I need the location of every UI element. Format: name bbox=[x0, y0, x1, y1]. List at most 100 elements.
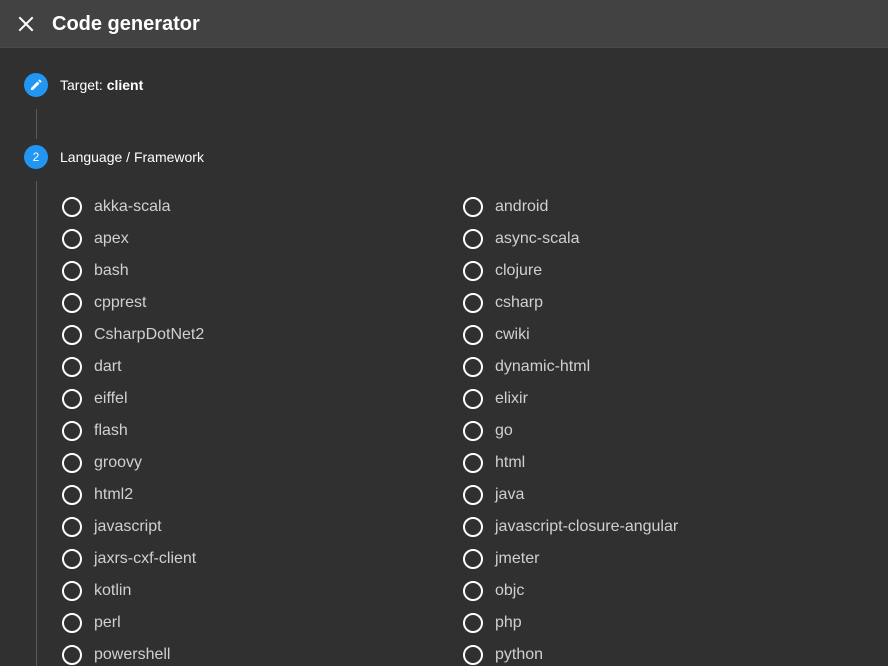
language-option-label: javascript bbox=[94, 518, 162, 535]
language-option[interactable]: powershell bbox=[60, 639, 204, 666]
language-option[interactable]: cwiki bbox=[461, 319, 678, 351]
radio-unchecked-icon[interactable] bbox=[62, 517, 82, 537]
language-option[interactable]: objc bbox=[461, 575, 678, 607]
radio-unchecked-icon[interactable] bbox=[62, 261, 82, 281]
radio-unchecked-icon[interactable] bbox=[463, 197, 483, 217]
radio-unchecked-icon[interactable] bbox=[62, 453, 82, 473]
language-option-label: html bbox=[495, 454, 526, 471]
language-option[interactable]: go bbox=[461, 415, 678, 447]
language-option[interactable]: clojure bbox=[461, 255, 678, 287]
language-option[interactable]: CsharpDotNet2 bbox=[60, 319, 204, 351]
language-option-label: groovy bbox=[94, 454, 143, 471]
language-option[interactable]: kotlin bbox=[60, 575, 204, 607]
language-option[interactable]: html2 bbox=[60, 479, 204, 511]
language-option-label: objc bbox=[495, 582, 525, 599]
language-option[interactable]: csharp bbox=[461, 287, 678, 319]
language-option[interactable]: php bbox=[461, 607, 678, 639]
dialog-header: Code generator bbox=[0, 0, 888, 48]
language-option[interactable]: html bbox=[461, 447, 678, 479]
language-option[interactable]: dynamic-html bbox=[461, 351, 678, 383]
language-option[interactable]: java bbox=[461, 479, 678, 511]
radio-unchecked-icon[interactable] bbox=[62, 357, 82, 377]
step-target-circle bbox=[24, 73, 48, 97]
language-option[interactable]: flash bbox=[60, 415, 204, 447]
step-language[interactable]: 2 Language / Framework bbox=[24, 145, 204, 169]
radio-unchecked-icon[interactable] bbox=[62, 421, 82, 441]
pencil-icon bbox=[31, 79, 42, 90]
language-option[interactable]: jmeter bbox=[461, 543, 678, 575]
language-option-label: akka-scala bbox=[94, 198, 171, 215]
language-option-label: perl bbox=[94, 614, 121, 631]
step-target[interactable]: Target: client bbox=[24, 73, 143, 97]
language-option-label: html2 bbox=[94, 486, 134, 503]
language-option[interactable]: javascript-closure-angular bbox=[461, 511, 678, 543]
radio-unchecked-icon[interactable] bbox=[463, 645, 483, 665]
radio-unchecked-icon[interactable] bbox=[62, 197, 82, 217]
language-option-label: CsharpDotNet2 bbox=[94, 326, 205, 343]
radio-unchecked-icon[interactable] bbox=[463, 517, 483, 537]
language-option[interactable]: perl bbox=[60, 607, 204, 639]
radio-unchecked-icon[interactable] bbox=[62, 485, 82, 505]
language-option[interactable]: eiffel bbox=[60, 383, 204, 415]
step-connector-2 bbox=[36, 181, 37, 666]
radio-unchecked-icon[interactable] bbox=[463, 581, 483, 601]
language-option-label: dynamic-html bbox=[495, 358, 591, 375]
radio-unchecked-icon[interactable] bbox=[463, 261, 483, 281]
radio-unchecked-icon[interactable] bbox=[62, 293, 82, 313]
radio-unchecked-icon[interactable] bbox=[463, 453, 483, 473]
radio-unchecked-icon[interactable] bbox=[62, 613, 82, 633]
step-language-number: 2 bbox=[24, 145, 48, 169]
language-option-label: javascript-closure-angular bbox=[495, 518, 679, 535]
language-option[interactable]: javascript bbox=[60, 511, 204, 543]
radio-unchecked-icon[interactable] bbox=[62, 645, 82, 665]
language-option-label: jmeter bbox=[495, 550, 540, 567]
language-option-label: eiffel bbox=[94, 390, 128, 407]
close-icon bbox=[18, 16, 34, 32]
language-option[interactable]: async-scala bbox=[461, 223, 678, 255]
language-option-label: python bbox=[495, 646, 544, 663]
step-connector bbox=[36, 109, 37, 139]
radio-unchecked-icon[interactable] bbox=[463, 485, 483, 505]
language-option[interactable]: android bbox=[461, 191, 678, 223]
radio-unchecked-icon[interactable] bbox=[62, 549, 82, 569]
language-option[interactable]: jaxrs-cxf-client bbox=[60, 543, 204, 575]
radio-unchecked-icon[interactable] bbox=[62, 581, 82, 601]
radio-unchecked-icon[interactable] bbox=[463, 229, 483, 249]
radio-unchecked-icon[interactable] bbox=[463, 421, 483, 441]
radio-unchecked-icon[interactable] bbox=[62, 389, 82, 409]
dialog-title: Code generator bbox=[52, 13, 200, 35]
language-option-label: csharp bbox=[495, 294, 544, 311]
language-option-label: flash bbox=[94, 422, 128, 439]
language-option[interactable]: cpprest bbox=[60, 287, 204, 319]
language-option[interactable]: akka-scala bbox=[60, 191, 204, 223]
language-option-label: cwiki bbox=[495, 326, 530, 343]
language-column-right: android async-scala clojure csharp cwiki dyna… bbox=[461, 191, 678, 666]
radio-unchecked-icon[interactable] bbox=[463, 293, 483, 313]
radio-unchecked-icon[interactable] bbox=[62, 229, 82, 249]
language-column-left: akka-scala apex bash cpprest CsharpDotNet2 da… bbox=[60, 191, 204, 666]
language-option-label: go bbox=[495, 422, 513, 439]
radio-unchecked-icon[interactable] bbox=[463, 549, 483, 569]
language-option-label: async-scala bbox=[495, 230, 580, 247]
language-option-label: cpprest bbox=[94, 294, 147, 311]
step-target-value: client bbox=[106, 77, 144, 93]
language-option[interactable]: dart bbox=[60, 351, 204, 383]
close-button[interactable] bbox=[12, 10, 40, 38]
language-option[interactable]: python bbox=[461, 639, 678, 666]
language-option-label: jaxrs-cxf-client bbox=[94, 550, 197, 567]
language-option[interactable]: elixir bbox=[461, 383, 678, 415]
radio-unchecked-icon[interactable] bbox=[463, 613, 483, 633]
language-option-label: apex bbox=[94, 230, 129, 247]
language-option[interactable]: apex bbox=[60, 223, 204, 255]
step-language-label: Language / Framework bbox=[60, 149, 204, 165]
language-option[interactable]: bash bbox=[60, 255, 204, 287]
language-option-label: php bbox=[495, 614, 522, 631]
radio-unchecked-icon[interactable] bbox=[62, 325, 82, 345]
language-option[interactable]: groovy bbox=[60, 447, 204, 479]
radio-unchecked-icon[interactable] bbox=[463, 325, 483, 345]
radio-unchecked-icon[interactable] bbox=[463, 357, 483, 377]
step-target-prefix: Target: bbox=[60, 77, 107, 93]
language-option-label: bash bbox=[94, 262, 129, 279]
radio-unchecked-icon[interactable] bbox=[463, 389, 483, 409]
language-option-label: java bbox=[495, 486, 525, 503]
